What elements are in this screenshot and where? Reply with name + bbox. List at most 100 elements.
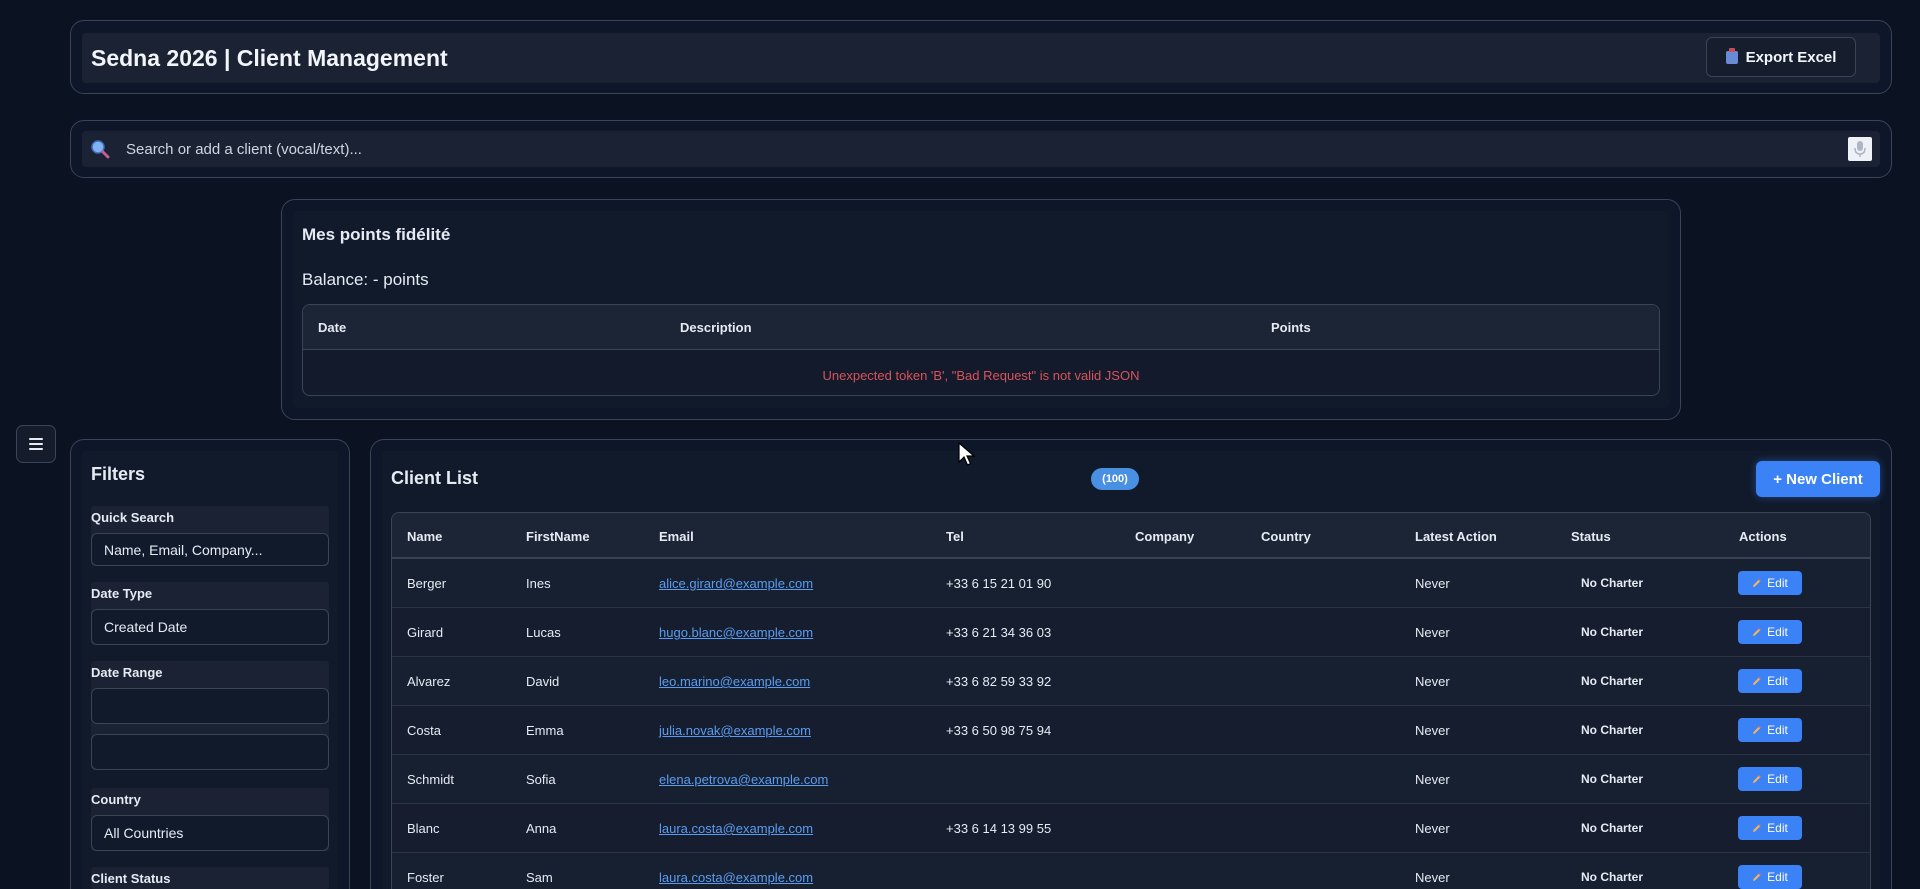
client-list-card: Client List (100) + New Client Name Firs… (382, 451, 1880, 889)
cell-status: No Charter (1581, 723, 1644, 737)
table-row[interactable]: Alvarez David leo.marino@example.com +33 6 … (392, 657, 1870, 706)
cell-name: Berger (407, 576, 447, 591)
header-bar: Sedna 2026 | Client Management Export Ex… (82, 33, 1880, 83)
edit-button[interactable]: Edit (1738, 620, 1802, 644)
cell-status: No Charter (1581, 870, 1644, 884)
edit-label: Edit (1767, 723, 1788, 737)
col-status[interactable]: Status (1571, 529, 1611, 544)
export-excel-label: Export Excel (1745, 48, 1837, 66)
quick-search-group: Quick Search (91, 506, 329, 566)
cell-email[interactable]: hugo.blanc@example.com (659, 625, 813, 640)
date-range-end-input[interactable] (91, 734, 329, 770)
cell-name: Blanc (407, 821, 440, 836)
cell-status: No Charter (1581, 674, 1644, 688)
search-panel (70, 120, 1892, 178)
cell-latest-action: Never (1415, 870, 1450, 885)
edit-label: Edit (1767, 576, 1788, 590)
table-row[interactable]: Schmidt Sofia elena.petrova@example.com Nev… (392, 755, 1870, 804)
edit-label: Edit (1767, 870, 1788, 884)
quick-search-label: Quick Search (91, 510, 175, 525)
cell-email[interactable]: laura.costa@example.com (659, 821, 813, 836)
col-firstname[interactable]: FirstName (526, 529, 590, 544)
edit-button[interactable]: Edit (1738, 767, 1802, 791)
date-range-start-input[interactable] (91, 688, 329, 724)
cell-tel: +33 6 50 98 75 94 (946, 723, 1052, 738)
client-search-input[interactable] (126, 131, 1726, 167)
cell-tel: +33 6 21 34 36 03 (946, 625, 1052, 640)
client-status-group: Client Status (91, 867, 329, 889)
cell-latest-action: Never (1415, 723, 1450, 738)
edit-button[interactable]: Edit (1738, 571, 1802, 595)
edit-button[interactable]: Edit (1738, 865, 1802, 889)
client-status-label: Client Status (91, 871, 171, 886)
col-company[interactable]: Company (1135, 529, 1194, 544)
cell-email[interactable]: laura.costa@example.com (659, 870, 813, 885)
table-row[interactable]: Blanc Anna laura.costa@example.com +33 6 14… (392, 804, 1870, 853)
pencil-icon (1753, 676, 1762, 685)
cell-firstname: Emma (526, 723, 564, 738)
cell-status: No Charter (1581, 625, 1644, 639)
country-label: Country (91, 792, 141, 807)
cell-email[interactable]: elena.petrova@example.com (659, 772, 828, 787)
search-bar (82, 131, 1880, 167)
col-name[interactable]: Name (407, 529, 442, 544)
quick-search-input[interactable] (91, 533, 329, 566)
table-row[interactable]: Berger Ines alice.girard@example.com +33 6 … (392, 559, 1870, 608)
hamburger-menu-button[interactable] (16, 425, 56, 463)
page-title: Sedna 2026 | Client Management (91, 45, 448, 71)
pencil-icon (1753, 774, 1762, 783)
cell-latest-action: Never (1415, 821, 1450, 836)
client-table-header: Name FirstName Email Tel Company Country… (392, 513, 1870, 559)
date-type-select[interactable]: Created Date (91, 609, 329, 645)
loyalty-title: Mes points fidélité (302, 225, 451, 244)
table-row[interactable]: Costa Emma julia.novak@example.com +33 6 50… (392, 706, 1870, 755)
microphone-button[interactable] (1848, 137, 1872, 161)
cell-email[interactable]: alice.girard@example.com (659, 576, 813, 591)
cell-name: Girard (407, 625, 444, 640)
loyalty-error-message: Unexpected token 'B', "Bad Request" is n… (822, 368, 1140, 383)
cell-tel: +33 6 82 59 33 92 (946, 674, 1052, 689)
edit-button[interactable]: Edit (1738, 718, 1802, 742)
loyalty-panel: Mes points fidélité Balance: - points Da… (281, 199, 1681, 420)
loyalty-card: Mes points fidélité Balance: - points Da… (293, 211, 1669, 408)
cell-email[interactable]: julia.novak@example.com (659, 723, 811, 738)
cell-latest-action: Never (1415, 674, 1450, 689)
new-client-button[interactable]: + New Client (1756, 461, 1880, 497)
cell-firstname: Sofia (526, 772, 556, 787)
mouse-cursor-icon (958, 442, 976, 466)
pencil-icon (1753, 725, 1762, 734)
filters-card: Filters Quick Search Date Type Created D… (82, 451, 338, 889)
client-table: Name FirstName Email Tel Company Country… (391, 512, 1871, 889)
edit-button[interactable]: Edit (1738, 816, 1802, 840)
cell-name: Costa (407, 723, 441, 738)
col-tel[interactable]: Tel (946, 529, 964, 544)
country-select[interactable]: All Countries (91, 815, 329, 851)
export-excel-button[interactable]: Export Excel (1706, 37, 1856, 77)
date-type-group: Date Type Created Date (91, 582, 329, 645)
cell-latest-action: Never (1415, 625, 1450, 640)
date-range-label: Date Range (91, 665, 163, 680)
col-email[interactable]: Email (659, 529, 694, 544)
edit-label: Edit (1767, 674, 1788, 688)
filters-panel: Filters Quick Search Date Type Created D… (70, 439, 350, 889)
cell-firstname: Sam (526, 870, 553, 885)
col-latest-action[interactable]: Latest Action (1415, 529, 1497, 544)
cell-tel: +33 6 15 21 01 90 (946, 576, 1052, 591)
cell-status: No Charter (1581, 821, 1644, 835)
pencil-icon (1753, 627, 1762, 636)
microphone-icon (1854, 141, 1866, 157)
col-actions: Actions (1739, 529, 1787, 544)
edit-button[interactable]: Edit (1738, 669, 1802, 693)
search-icon (91, 140, 110, 159)
col-country[interactable]: Country (1261, 529, 1311, 544)
loyalty-balance: Balance: - points (302, 270, 429, 289)
client-list-panel: Client List (100) + New Client Name Firs… (370, 439, 1892, 889)
table-row[interactable]: Foster Sam laura.costa@example.com Never No … (392, 853, 1870, 889)
cell-status: No Charter (1581, 772, 1644, 786)
pencil-icon (1753, 578, 1762, 587)
loyalty-col-points: Points (1271, 320, 1311, 335)
cell-email[interactable]: leo.marino@example.com (659, 674, 810, 689)
loyalty-col-date: Date (318, 320, 347, 335)
table-row[interactable]: Girard Lucas hugo.blanc@example.com +33 6 2… (392, 608, 1870, 657)
cell-latest-action: Never (1415, 772, 1450, 787)
